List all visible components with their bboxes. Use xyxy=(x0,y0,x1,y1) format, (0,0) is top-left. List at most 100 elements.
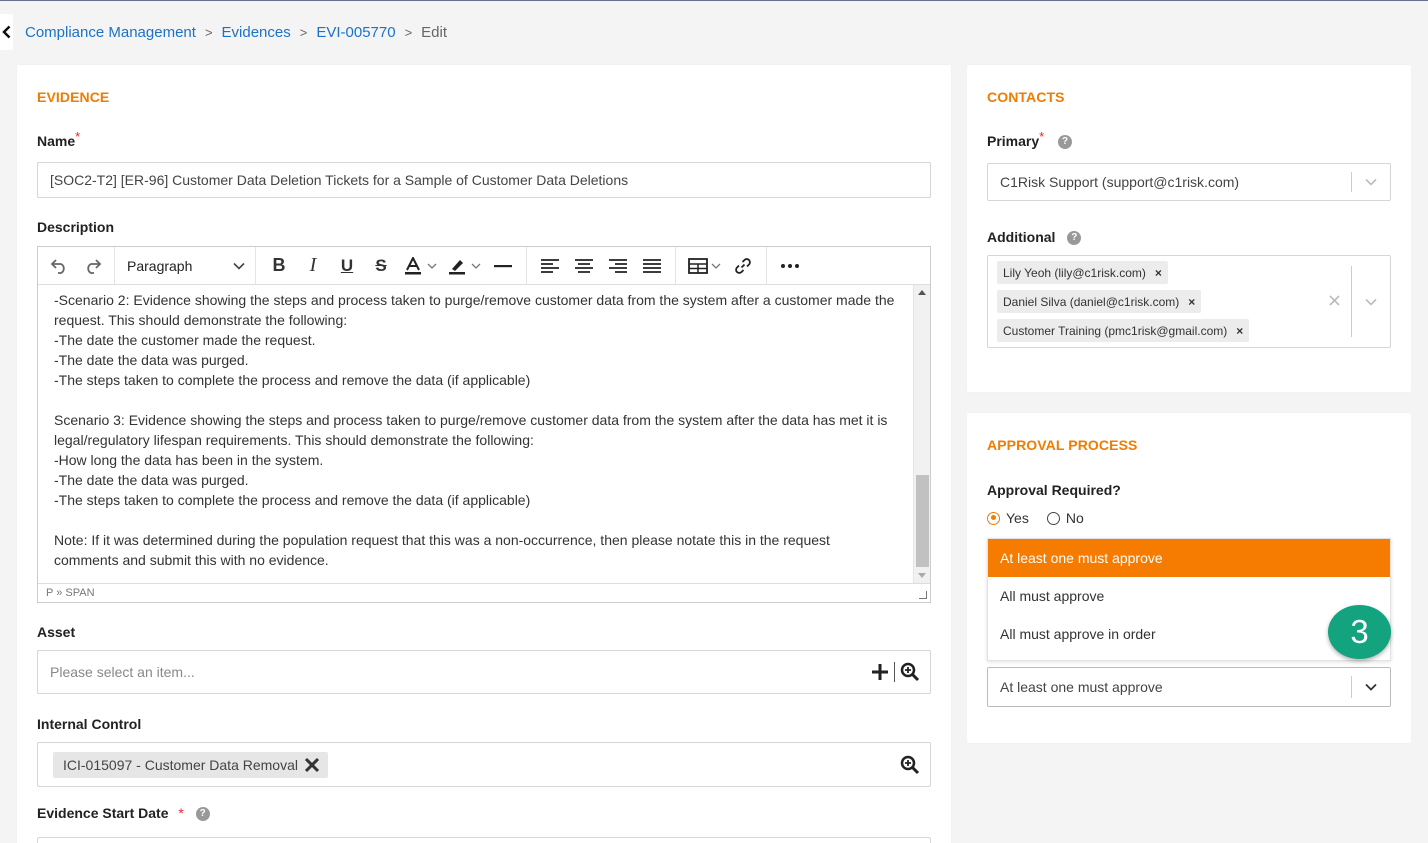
approval-no-label: No xyxy=(1065,510,1084,526)
breadcrumb-current: Edit xyxy=(421,23,448,41)
evidence-card: EVIDENCE Name* [SOC2-T2] [ER-96] Custome… xyxy=(17,65,951,843)
undo-button[interactable] xyxy=(42,252,76,280)
justify-button[interactable] xyxy=(635,252,669,280)
text-format-group: B I U S xyxy=(256,247,527,284)
align-justify-icon xyxy=(643,258,661,273)
chevron-down-icon xyxy=(427,263,437,269)
additional-dropdown-toggle[interactable] xyxy=(1352,256,1390,347)
contact-chip-label: Daniel Silva (daniel@c1risk.com) xyxy=(1003,294,1180,309)
horizontal-line-button[interactable] xyxy=(486,252,520,280)
more-options-button[interactable] xyxy=(773,252,807,280)
editor-line: Note: If it was determined during the po… xyxy=(54,532,830,568)
internal-control-select[interactable]: ICI-015097 - Customer Data Removal xyxy=(37,742,931,787)
link-button[interactable] xyxy=(726,252,760,280)
scroll-down-icon[interactable] xyxy=(918,573,926,578)
chevron-down-icon xyxy=(1365,683,1377,691)
additional-label-text: Additional xyxy=(987,229,1056,245)
scroll-thumb[interactable] xyxy=(916,475,929,567)
chevron-down-icon xyxy=(1365,178,1377,186)
contacts-section-title: CONTACTS xyxy=(987,89,1065,105)
highlight-color-button[interactable] xyxy=(442,252,486,280)
remove-chip-icon[interactable]: × xyxy=(1155,266,1162,280)
approval-yes-label: Yes xyxy=(1006,510,1029,526)
name-input[interactable]: [SOC2-T2] [ER-96] Customer Data Deletion… xyxy=(37,162,931,198)
top-border xyxy=(0,0,1428,1)
required-asterisk: * xyxy=(75,129,81,144)
asset-actions xyxy=(871,662,920,682)
add-icon[interactable] xyxy=(871,663,889,681)
close-icon[interactable] xyxy=(304,757,320,773)
help-icon[interactable]: ? xyxy=(1058,135,1073,150)
editor-line: -How long the data has been in the syste… xyxy=(54,452,324,468)
asset-label: Asset xyxy=(37,624,76,640)
insert-group xyxy=(676,247,767,284)
editor-line xyxy=(54,390,898,410)
help-icon[interactable]: ? xyxy=(195,807,210,822)
breadcrumb-compliance-management[interactable]: Compliance Management xyxy=(25,24,196,41)
breadcrumb-separator: > xyxy=(404,24,413,40)
scroll-up-icon[interactable] xyxy=(918,290,926,295)
help-icon[interactable]: ? xyxy=(1067,231,1082,246)
dropdown-option-all-must-approve[interactable]: All must approve xyxy=(988,577,1390,615)
breadcrumb-separator: > xyxy=(204,24,213,40)
text-color-button[interactable] xyxy=(398,252,442,280)
contact-chip-label: Lily Yeoh (lily@c1risk.com) xyxy=(1003,265,1146,280)
evidence-start-date-label-text: Evidence Start Date xyxy=(37,805,169,821)
additional-contacts-select[interactable]: Lily Yeoh (lily@c1risk.com) × Daniel Silv… xyxy=(987,255,1391,348)
approval-yes-radio[interactable]: Yes xyxy=(987,510,1029,526)
breadcrumb-evidences[interactable]: Evidences xyxy=(222,24,291,41)
paragraph-select[interactable]: Paragraph xyxy=(119,252,251,280)
editor-line xyxy=(54,510,898,530)
remove-chip-icon[interactable]: × xyxy=(1188,295,1195,309)
back-button[interactable] xyxy=(0,14,13,50)
align-center-button[interactable] xyxy=(567,252,601,280)
primary-dropdown-toggle[interactable] xyxy=(1352,164,1390,200)
align-right-button[interactable] xyxy=(601,252,635,280)
editor-line: -Scenario 2: Evidence showing the steps … xyxy=(54,292,895,328)
resize-handle-icon[interactable] xyxy=(919,591,927,599)
remove-chip-icon[interactable]: × xyxy=(1236,324,1243,338)
evidence-section-title: EVIDENCE xyxy=(37,89,110,105)
breadcrumb-evidence-id[interactable]: EVI-005770 xyxy=(316,24,395,41)
strikethrough-button[interactable]: S xyxy=(364,252,398,280)
primary-label-text: Primary xyxy=(987,133,1040,149)
paragraph-select-value: Paragraph xyxy=(127,257,193,274)
search-zoom-icon[interactable] xyxy=(900,662,920,682)
evidence-start-date-input[interactable] xyxy=(37,837,931,843)
editor-content[interactable]: -Scenario 2: Evidence showing the steps … xyxy=(38,285,914,583)
approval-type-select[interactable]: At least one must approve xyxy=(987,667,1391,707)
dropdown-option-at-least-one[interactable]: At least one must approve xyxy=(988,539,1390,577)
evidence-start-date-label: Evidence Start Date * ? xyxy=(37,805,210,822)
clear-all-button[interactable] xyxy=(1329,293,1340,309)
required-asterisk: * xyxy=(1039,129,1045,144)
table-icon xyxy=(687,257,708,274)
redo-icon xyxy=(87,258,102,274)
chevron-down-icon xyxy=(711,263,720,269)
chevron-down-icon xyxy=(1365,298,1377,306)
name-input-value: [SOC2-T2] [ER-96] Customer Data Deletion… xyxy=(50,172,629,188)
editor-statusbar: P » SPAN xyxy=(38,583,930,602)
table-button[interactable] xyxy=(682,252,726,280)
step-number-badge: 3 xyxy=(1328,605,1391,659)
history-group xyxy=(38,247,115,284)
ellipsis-icon xyxy=(781,263,799,268)
editor-scrollbar[interactable] xyxy=(913,285,930,583)
asset-placeholder: Please select an item... xyxy=(50,664,195,680)
approval-no-radio[interactable]: No xyxy=(1046,510,1084,526)
chevron-down-icon xyxy=(471,263,481,269)
align-left-button[interactable] xyxy=(533,252,567,280)
editor-line: Scenario 3: Evidence showing the steps a… xyxy=(54,412,888,448)
internal-control-tag-label: ICI-015097 - Customer Data Removal xyxy=(63,756,298,773)
align-right-icon xyxy=(609,258,627,273)
redo-button[interactable] xyxy=(76,252,110,280)
underline-button[interactable]: U xyxy=(330,252,364,280)
asset-select[interactable]: Please select an item... xyxy=(37,650,931,694)
search-zoom-icon[interactable] xyxy=(900,755,920,775)
approval-type-dropdown-toggle[interactable] xyxy=(1352,668,1390,706)
italic-button[interactable]: I xyxy=(296,252,330,280)
primary-contact-select[interactable]: C1Risk Support (support@c1risk.com) xyxy=(987,163,1391,201)
editor-line: -The date the data was purged. xyxy=(54,472,249,488)
contact-chip: Daniel Silva (daniel@c1risk.com) × xyxy=(997,290,1202,313)
align-left-icon xyxy=(541,258,559,273)
bold-button[interactable]: B xyxy=(262,252,296,280)
